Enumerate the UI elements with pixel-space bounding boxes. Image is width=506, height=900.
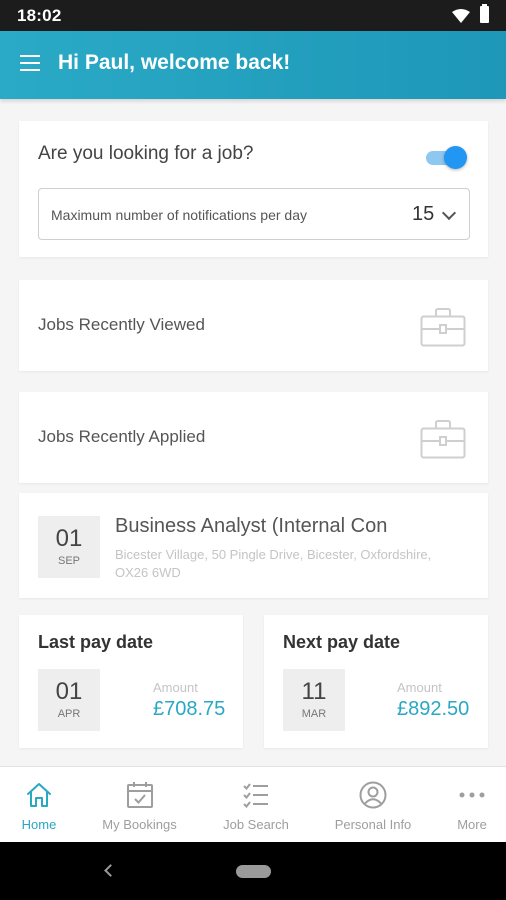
- nav-my-bookings[interactable]: My Bookings: [92, 767, 187, 843]
- chevron-down-icon: [441, 205, 457, 221]
- booking-day: 01: [55, 525, 83, 552]
- toggle-thumb: [444, 146, 467, 169]
- job-search-toggle[interactable]: [426, 144, 468, 170]
- last-pay-date: 01 APR: [38, 669, 100, 731]
- nav-job-search[interactable]: Job Search: [212, 767, 300, 843]
- next-pay-amount: £892.50: [397, 698, 470, 720]
- jobs-recently-viewed-label: Jobs Recently Viewed: [38, 315, 205, 334]
- jobs-recently-applied-card[interactable]: Jobs Recently Applied: [19, 392, 488, 483]
- notifications-select[interactable]: Maximum number of notifications per day …: [38, 188, 470, 240]
- app-header: Hi Paul, welcome back!: [0, 31, 506, 99]
- nav-home-label: Home: [21, 817, 57, 832]
- nav-personal-info[interactable]: Personal Info: [326, 767, 420, 843]
- nav-home[interactable]: Home: [0, 767, 78, 843]
- checklist-icon: [243, 783, 268, 809]
- status-time: 18:02: [17, 6, 62, 25]
- booking-title: Business Analyst (Internal Con: [115, 515, 388, 537]
- notifications-label: Maximum number of notifications per day: [51, 207, 307, 223]
- booking-date: 01 SEP: [38, 516, 100, 578]
- more-icon: [459, 792, 485, 798]
- user-icon: [359, 781, 387, 809]
- page-title: Hi Paul, welcome back!: [58, 51, 291, 74]
- nav-more-label: More: [457, 817, 487, 832]
- briefcase-icon: [420, 308, 466, 347]
- nav-job-search-label: Job Search: [223, 817, 289, 832]
- home-icon: [27, 783, 51, 807]
- booking-month: SEP: [57, 555, 80, 567]
- job-search-card: Are you looking for a job? Maximum numbe…: [19, 121, 488, 257]
- calendar-icon: [126, 782, 153, 808]
- wifi-icon: [452, 9, 470, 23]
- nav-personal-info-label: Personal Info: [334, 817, 412, 832]
- notifications-value: 15: [412, 203, 435, 225]
- last-pay-card: Last pay date 01 APR Amount £708.75: [19, 615, 243, 748]
- job-search-question: Are you looking for a job?: [38, 143, 254, 164]
- last-pay-amount: £708.75: [153, 698, 226, 720]
- bottom-nav: Home My Bookings Job Search Personal Inf…: [0, 766, 506, 842]
- last-pay-day: 01: [55, 678, 83, 705]
- jobs-recently-viewed-card[interactable]: Jobs Recently Viewed: [19, 280, 488, 371]
- menu-icon[interactable]: [20, 55, 40, 73]
- next-pay-card: Next pay date 11 MAR Amount £892.50: [264, 615, 488, 748]
- next-pay-amount-label: Amount: [397, 680, 442, 695]
- nav-more[interactable]: More: [446, 767, 498, 843]
- back-icon[interactable]: [104, 864, 117, 877]
- booking-card[interactable]: 01 SEP Business Analyst (Internal Con Bi…: [19, 493, 488, 598]
- last-pay-title: Last pay date: [38, 632, 154, 652]
- next-pay-title: Next pay date: [283, 632, 401, 652]
- home-pill-icon[interactable]: [236, 865, 271, 878]
- system-nav-bar: [0, 842, 506, 900]
- briefcase-icon: [420, 420, 466, 459]
- next-pay-date: 11 MAR: [283, 669, 345, 731]
- battery-icon: [480, 4, 489, 23]
- booking-address: Bicester Village, 50 Pingle Drive, Bices…: [115, 547, 432, 580]
- last-pay-month: APR: [57, 708, 81, 720]
- next-pay-day: 11: [301, 678, 327, 705]
- jobs-recently-applied-label: Jobs Recently Applied: [38, 427, 206, 446]
- status-bar: 18:02: [0, 0, 506, 31]
- nav-my-bookings-label: My Bookings: [102, 817, 177, 832]
- last-pay-amount-label: Amount: [153, 680, 198, 695]
- next-pay-month: MAR: [301, 708, 327, 720]
